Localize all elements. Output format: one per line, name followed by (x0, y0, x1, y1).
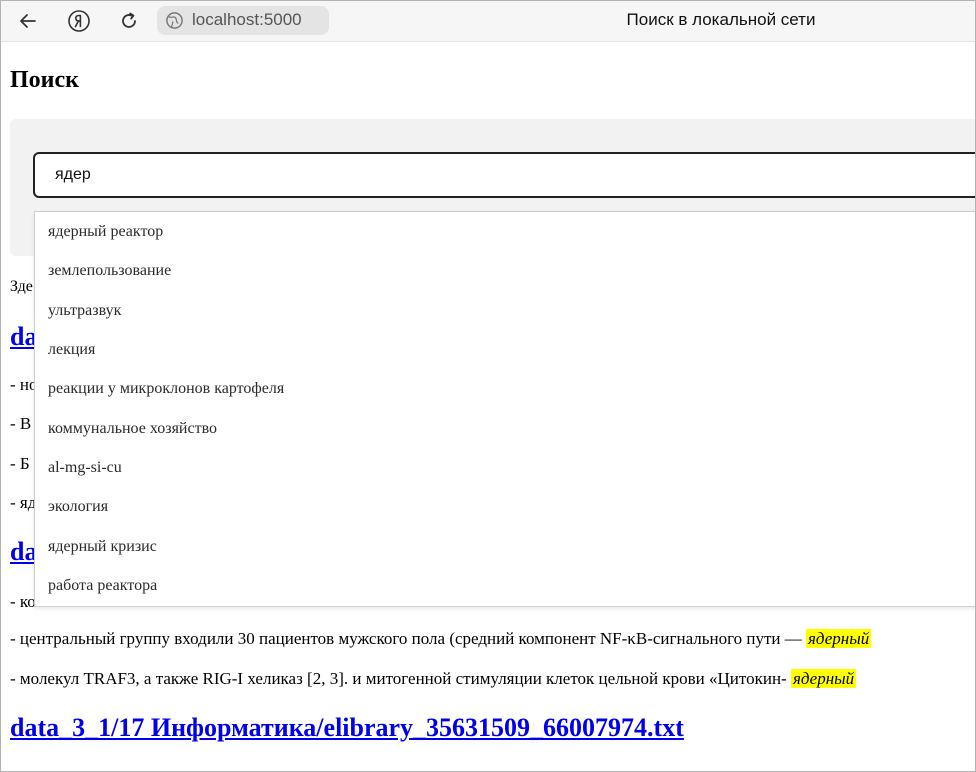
suggestion-item[interactable]: ядерный кризис (48, 538, 157, 556)
snippet-text: - ко (10, 592, 36, 611)
snippet-text: - центральный группу входили 30 пациенто… (10, 629, 807, 648)
snippet-text: - молекул TRAF3, а также RIG-I хеликаз [… (10, 669, 791, 688)
suggestion-item[interactable]: ультразвук (48, 302, 121, 320)
suggestion-item[interactable]: землепользование (48, 262, 171, 280)
highlighted-term: ядерный (806, 629, 872, 648)
result-snippet: - ко (10, 592, 36, 612)
browser-window: localhost:5000 Поиск в локальной сети По… (0, 0, 976, 772)
suggestion-item[interactable]: реакции у микроклонов картофеля (48, 380, 284, 398)
result-snippet: - молекул TRAF3, а также RIG-I хеликаз [… (10, 669, 857, 689)
suggestion-item[interactable]: ядерный реактор (48, 223, 163, 241)
result-snippet: - центральный группу входили 30 пациенто… (10, 629, 872, 649)
suggestions-dropdown: ядерный реактор землепользование ультраз… (34, 211, 975, 607)
suggestion-item[interactable]: al-mg-si-cu (48, 459, 122, 477)
suggestion-item[interactable]: лекция (48, 341, 95, 359)
suggestion-item[interactable]: коммунальное хозяйство (48, 420, 217, 438)
result-snippet: - Б (10, 454, 30, 473)
result-snippet: - яд (10, 493, 37, 512)
results-summary: Зде (10, 278, 33, 295)
suggestion-item[interactable]: экология (48, 498, 108, 516)
result-title-link[interactable]: data_3_1/17 Информатика/elibrary_3563150… (10, 713, 684, 743)
highlighted-term: ядерный (790, 669, 857, 688)
suggestion-item[interactable]: работа реактора (48, 577, 157, 595)
result-snippet: - В (10, 414, 32, 433)
